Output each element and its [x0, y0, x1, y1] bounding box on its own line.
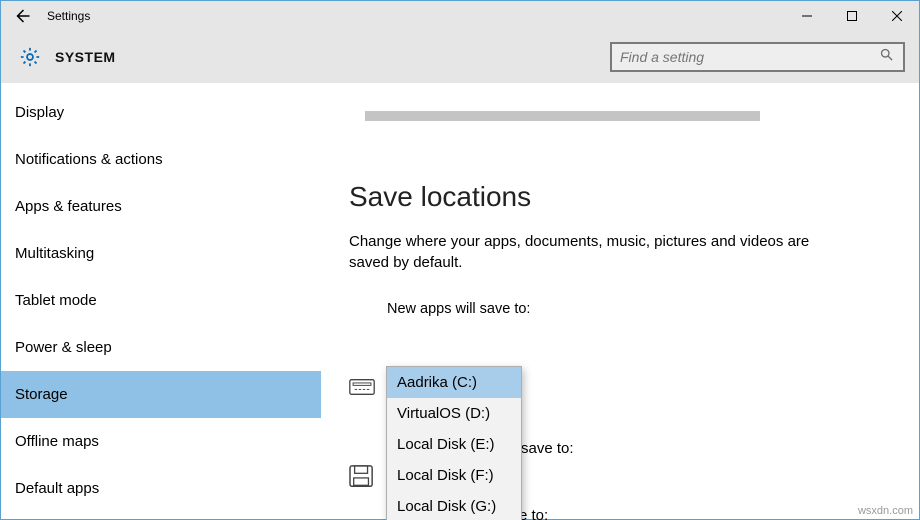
page-category: SYSTEM: [55, 49, 116, 65]
dropdown-option-label: Local Disk (E:): [397, 436, 495, 453]
back-button[interactable]: [1, 1, 43, 31]
watermark: wsxdn.com: [858, 505, 913, 517]
dropdown-option-label: Local Disk (G:): [397, 498, 496, 515]
search-input[interactable]: [620, 49, 879, 65]
section-description: Change where your apps, documents, music…: [349, 231, 849, 273]
storage-usage-text: 16.1 MB used out of 3.72 GB: [365, 83, 558, 86]
settings-icon: [15, 46, 45, 68]
sidebar-item-tablet-mode[interactable]: Tablet mode: [1, 277, 321, 324]
window-title: Settings: [47, 9, 90, 23]
apps-drive-dropdown[interactable]: Aadrika (C:) VirtualOS (D:) Local Disk (…: [386, 366, 522, 520]
sidebar-item-label: Apps & features: [15, 198, 122, 215]
sidebar-item-label: Tablet mode: [15, 292, 97, 309]
apps-icon: [349, 376, 375, 403]
sidebar-item-apps-features[interactable]: Apps & features: [1, 183, 321, 230]
sidebar-item-label: Offline maps: [15, 433, 99, 450]
row-apps-label: New apps will save to:: [387, 301, 891, 317]
search-icon: [879, 47, 895, 67]
body: Display Notifications & actions Apps & f…: [1, 83, 919, 519]
sidebar-item-multitasking[interactable]: Multitasking: [1, 230, 321, 277]
minimize-icon: [802, 11, 812, 21]
sidebar-item-default-apps[interactable]: Default apps: [1, 465, 321, 512]
dropdown-option-label: Local Disk (F:): [397, 467, 494, 484]
arrow-left-icon: [13, 7, 31, 25]
close-button[interactable]: [874, 1, 919, 31]
titlebar: Settings: [1, 1, 919, 31]
sidebar-item-storage[interactable]: Storage: [1, 371, 321, 418]
sidebar-item-label: Power & sleep: [15, 339, 112, 356]
section-heading: Save locations: [349, 181, 891, 213]
dropdown-option[interactable]: Local Disk (E:): [387, 429, 521, 460]
sidebar-item-notifications[interactable]: Notifications & actions: [1, 136, 321, 183]
sidebar-item-display[interactable]: Display: [1, 89, 321, 136]
search-box[interactable]: [610, 42, 905, 72]
documents-icon: [349, 465, 375, 494]
dropdown-option[interactable]: Aadrika (C:): [387, 367, 521, 398]
search-container: [610, 42, 905, 72]
dropdown-option[interactable]: Local Disk (G:): [387, 491, 521, 520]
header: SYSTEM: [1, 31, 919, 83]
storage-usage-bar: [365, 111, 760, 121]
sidebar-item-label: Display: [15, 104, 64, 121]
close-icon: [892, 11, 902, 21]
maximize-button[interactable]: [829, 1, 874, 31]
gear-icon: [19, 46, 41, 68]
sidebar-item-label: Multitasking: [15, 245, 94, 262]
maximize-icon: [847, 11, 857, 21]
dropdown-option[interactable]: VirtualOS (D:): [387, 398, 521, 429]
dropdown-option-label: VirtualOS (D:): [397, 405, 490, 422]
minimize-button[interactable]: [784, 1, 829, 31]
sidebar-item-label: Storage: [15, 386, 68, 403]
sidebar-item-label: Default apps: [15, 480, 99, 497]
sidebar: Display Notifications & actions Apps & f…: [1, 83, 321, 519]
row-music-label-partial: e to:: [519, 507, 548, 520]
dropdown-option-label: Aadrika (C:): [397, 374, 477, 391]
sidebar-item-power-sleep[interactable]: Power & sleep: [1, 324, 321, 371]
window-controls: [784, 1, 919, 31]
dropdown-option[interactable]: Local Disk (F:): [387, 460, 521, 491]
settings-window: Settings SYSTEM: [0, 0, 920, 520]
sidebar-item-offline-maps[interactable]: Offline maps: [1, 418, 321, 465]
sidebar-item-label: Notifications & actions: [15, 151, 163, 168]
